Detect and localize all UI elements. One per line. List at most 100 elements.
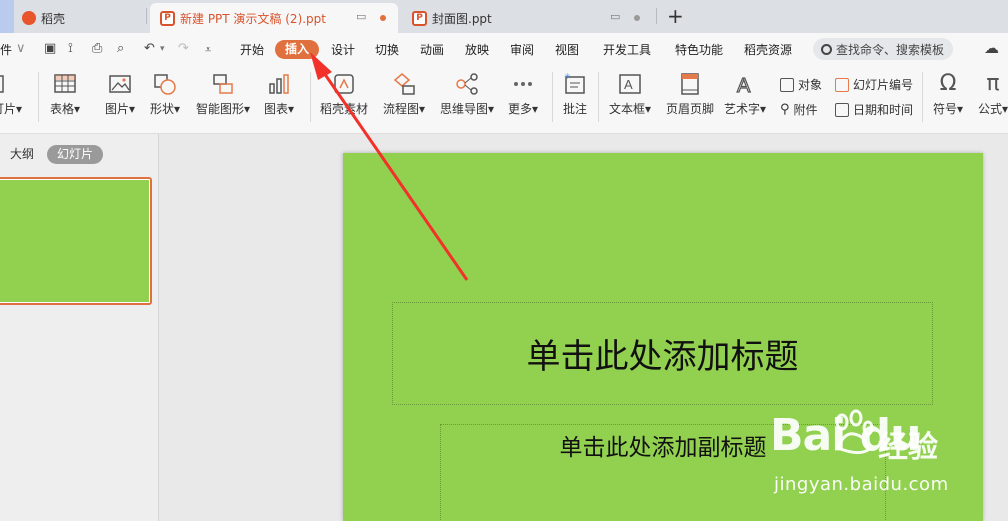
shape-icon (153, 72, 177, 96)
shape-button[interactable]: 形状▾ (150, 72, 180, 117)
calendar-icon (835, 102, 849, 117)
material-icon (332, 72, 356, 96)
redo-icon[interactable]: ↷ (178, 41, 189, 56)
unsaved-dot-icon (380, 15, 386, 21)
menu-view[interactable]: 视图 (555, 41, 579, 58)
tab-daoke[interactable]: 稻壳 (22, 3, 142, 33)
object-label: 对象 (798, 78, 823, 92)
new-slide-icon (0, 72, 19, 96)
wordart-icon: A (733, 72, 757, 97)
mindmap-label: 思维导图▾ (440, 102, 495, 116)
formula-button[interactable]: π 公式▾ (978, 72, 1008, 117)
header-footer-button[interactable]: 页眉页脚 (666, 72, 714, 117)
monitor-icon[interactable]: ▭ (610, 10, 620, 23)
textbox-button[interactable]: A 文本框▾ (609, 72, 651, 117)
slide-number-button[interactable]: 幻灯片编号 (835, 76, 913, 93)
title-placeholder[interactable]: 单击此处添加标题 (392, 302, 933, 405)
file-menu[interactable]: 件 (0, 41, 12, 58)
undo-icon[interactable]: ↶ (144, 41, 155, 56)
menu-design[interactable]: 设计 (331, 41, 355, 58)
date-time-button[interactable]: 日期和时间 (835, 101, 913, 118)
ribbon-divider (38, 72, 39, 122)
new-tab-plus-icon[interactable]: + (667, 4, 684, 28)
command-search[interactable]: 查找命令、搜索模板 (813, 38, 953, 60)
menu-bar: 件 ∨ ▣ ⟟ ⎙ ⌕ ↶ ▾ ↷ ⩡ 开始 插入 设计 切换 动画 放映 审阅… (0, 33, 1008, 66)
more-button[interactable]: 更多▾ (508, 72, 538, 117)
search-placeholder: 查找命令、搜索模板 (836, 42, 945, 57)
outline-tab[interactable]: 大纲 (10, 145, 34, 162)
comment-button[interactable]: ✳ 批注 (563, 72, 587, 117)
comment-label: 批注 (563, 102, 588, 116)
chart-button[interactable]: 图表▾ (264, 72, 294, 117)
wordart-label: 艺术字▾ (724, 102, 767, 116)
ribbon-divider (598, 72, 599, 122)
tab-cover[interactable]: P 封面图.ppt ▭ (404, 3, 654, 33)
daoke-material-button[interactable]: 稻壳素材 (320, 72, 368, 117)
menu-animation[interactable]: 动画 (420, 41, 444, 58)
table-button[interactable]: 表格▾ (50, 72, 80, 117)
menu-dropdown-icon[interactable]: ∨ (16, 41, 26, 56)
tab-bar: 稻壳 P 新建 PPT 演示文稿 (2).ppt ▭ P 封面图.ppt ▭ + (0, 0, 1008, 33)
date-time-label: 日期和时间 (853, 103, 914, 117)
mindmap-button[interactable]: 思维导图▾ (440, 72, 494, 117)
menu-review[interactable]: 审阅 (510, 41, 534, 58)
slides-tab[interactable]: 幻灯片 (47, 145, 103, 164)
pi-icon: π (986, 71, 1000, 96)
ribbon-divider (310, 72, 311, 122)
menu-transition[interactable]: 切换 (375, 41, 399, 58)
print-preview-icon[interactable]: ⌕ (117, 41, 124, 56)
svg-text:✳: ✳ (564, 72, 571, 81)
smartart-button[interactable]: 智能图形▾ (196, 72, 250, 117)
picture-icon (108, 72, 132, 96)
insert-ribbon: 灯片▾ 表格▾ 图片▾ 形状▾ 智能图形▾ 图表▾ 稻壳素材 (0, 66, 1008, 134)
ribbon-divider (922, 72, 923, 122)
attachment-button[interactable]: ⚲ 附件 (780, 101, 818, 118)
slide-thumbnail-preview (0, 180, 149, 302)
cloud-icon[interactable]: ☁ (984, 39, 999, 57)
comment-icon: ✳ (563, 72, 587, 96)
ppt-file-icon: P (412, 10, 427, 26)
textbox-label: 文本框▾ (609, 102, 652, 116)
tab-ppt-active[interactable]: P 新建 PPT 演示文稿 (2).ppt ▭ (150, 3, 398, 33)
jingyan-text: 经验 (878, 430, 938, 465)
search-icon (821, 43, 832, 55)
wordart-button[interactable]: A 艺术字▾ (724, 72, 766, 117)
ribbon-divider (552, 72, 553, 122)
object-icon (780, 77, 794, 92)
new-slide-button[interactable]: 灯片▾ (0, 72, 22, 117)
menu-start[interactable]: 开始 (240, 41, 264, 58)
status-dot-icon (634, 15, 640, 21)
tab-divider (146, 8, 147, 24)
watermark-url: jingyan.baidu.com (774, 474, 949, 495)
format-painter-icon[interactable]: ⟟ (68, 41, 73, 56)
tab-divider (656, 8, 657, 24)
menu-features[interactable]: 特色功能 (675, 41, 723, 58)
header-footer-icon (678, 72, 702, 96)
object-button[interactable]: 对象 (780, 76, 822, 93)
smartart-icon (211, 72, 235, 96)
print-icon[interactable]: ⎙ (92, 41, 102, 56)
header-footer-label: 页眉页脚 (666, 102, 715, 116)
monitor-icon[interactable]: ▭ (356, 10, 366, 23)
tab-ppt-active-label: 新建 PPT 演示文稿 (2).ppt (180, 11, 326, 26)
menu-slideshow[interactable]: 放映 (465, 41, 489, 58)
menu-developer[interactable]: 开发工具 (603, 41, 651, 58)
tab-daoke-label: 稻壳 (41, 11, 66, 26)
picture-label: 图片▾ (105, 102, 136, 116)
slide-thumbnail[interactable] (0, 177, 152, 305)
undo-dropdown-icon[interactable]: ▾ (160, 44, 165, 54)
window-edge (0, 0, 14, 33)
menu-insert[interactable]: 插入 (275, 40, 319, 59)
customize-dropdown-icon[interactable]: ⩡ (205, 43, 211, 57)
paperclip-icon: ⚲ (780, 102, 790, 117)
ppt-file-icon: P (160, 10, 175, 26)
omega-icon: Ω (939, 71, 957, 96)
symbol-label: 符号▾ (933, 102, 964, 116)
textbox-icon: A (618, 72, 642, 96)
flowchart-button[interactable]: 流程图▾ (383, 72, 425, 117)
menu-daoke-resources[interactable]: 稻壳资源 (744, 41, 792, 58)
flowchart-icon (392, 72, 416, 96)
symbol-button[interactable]: Ω 符号▾ (933, 72, 963, 117)
save-icon[interactable]: ▣ (44, 41, 56, 56)
picture-button[interactable]: 图片▾ (105, 72, 135, 117)
